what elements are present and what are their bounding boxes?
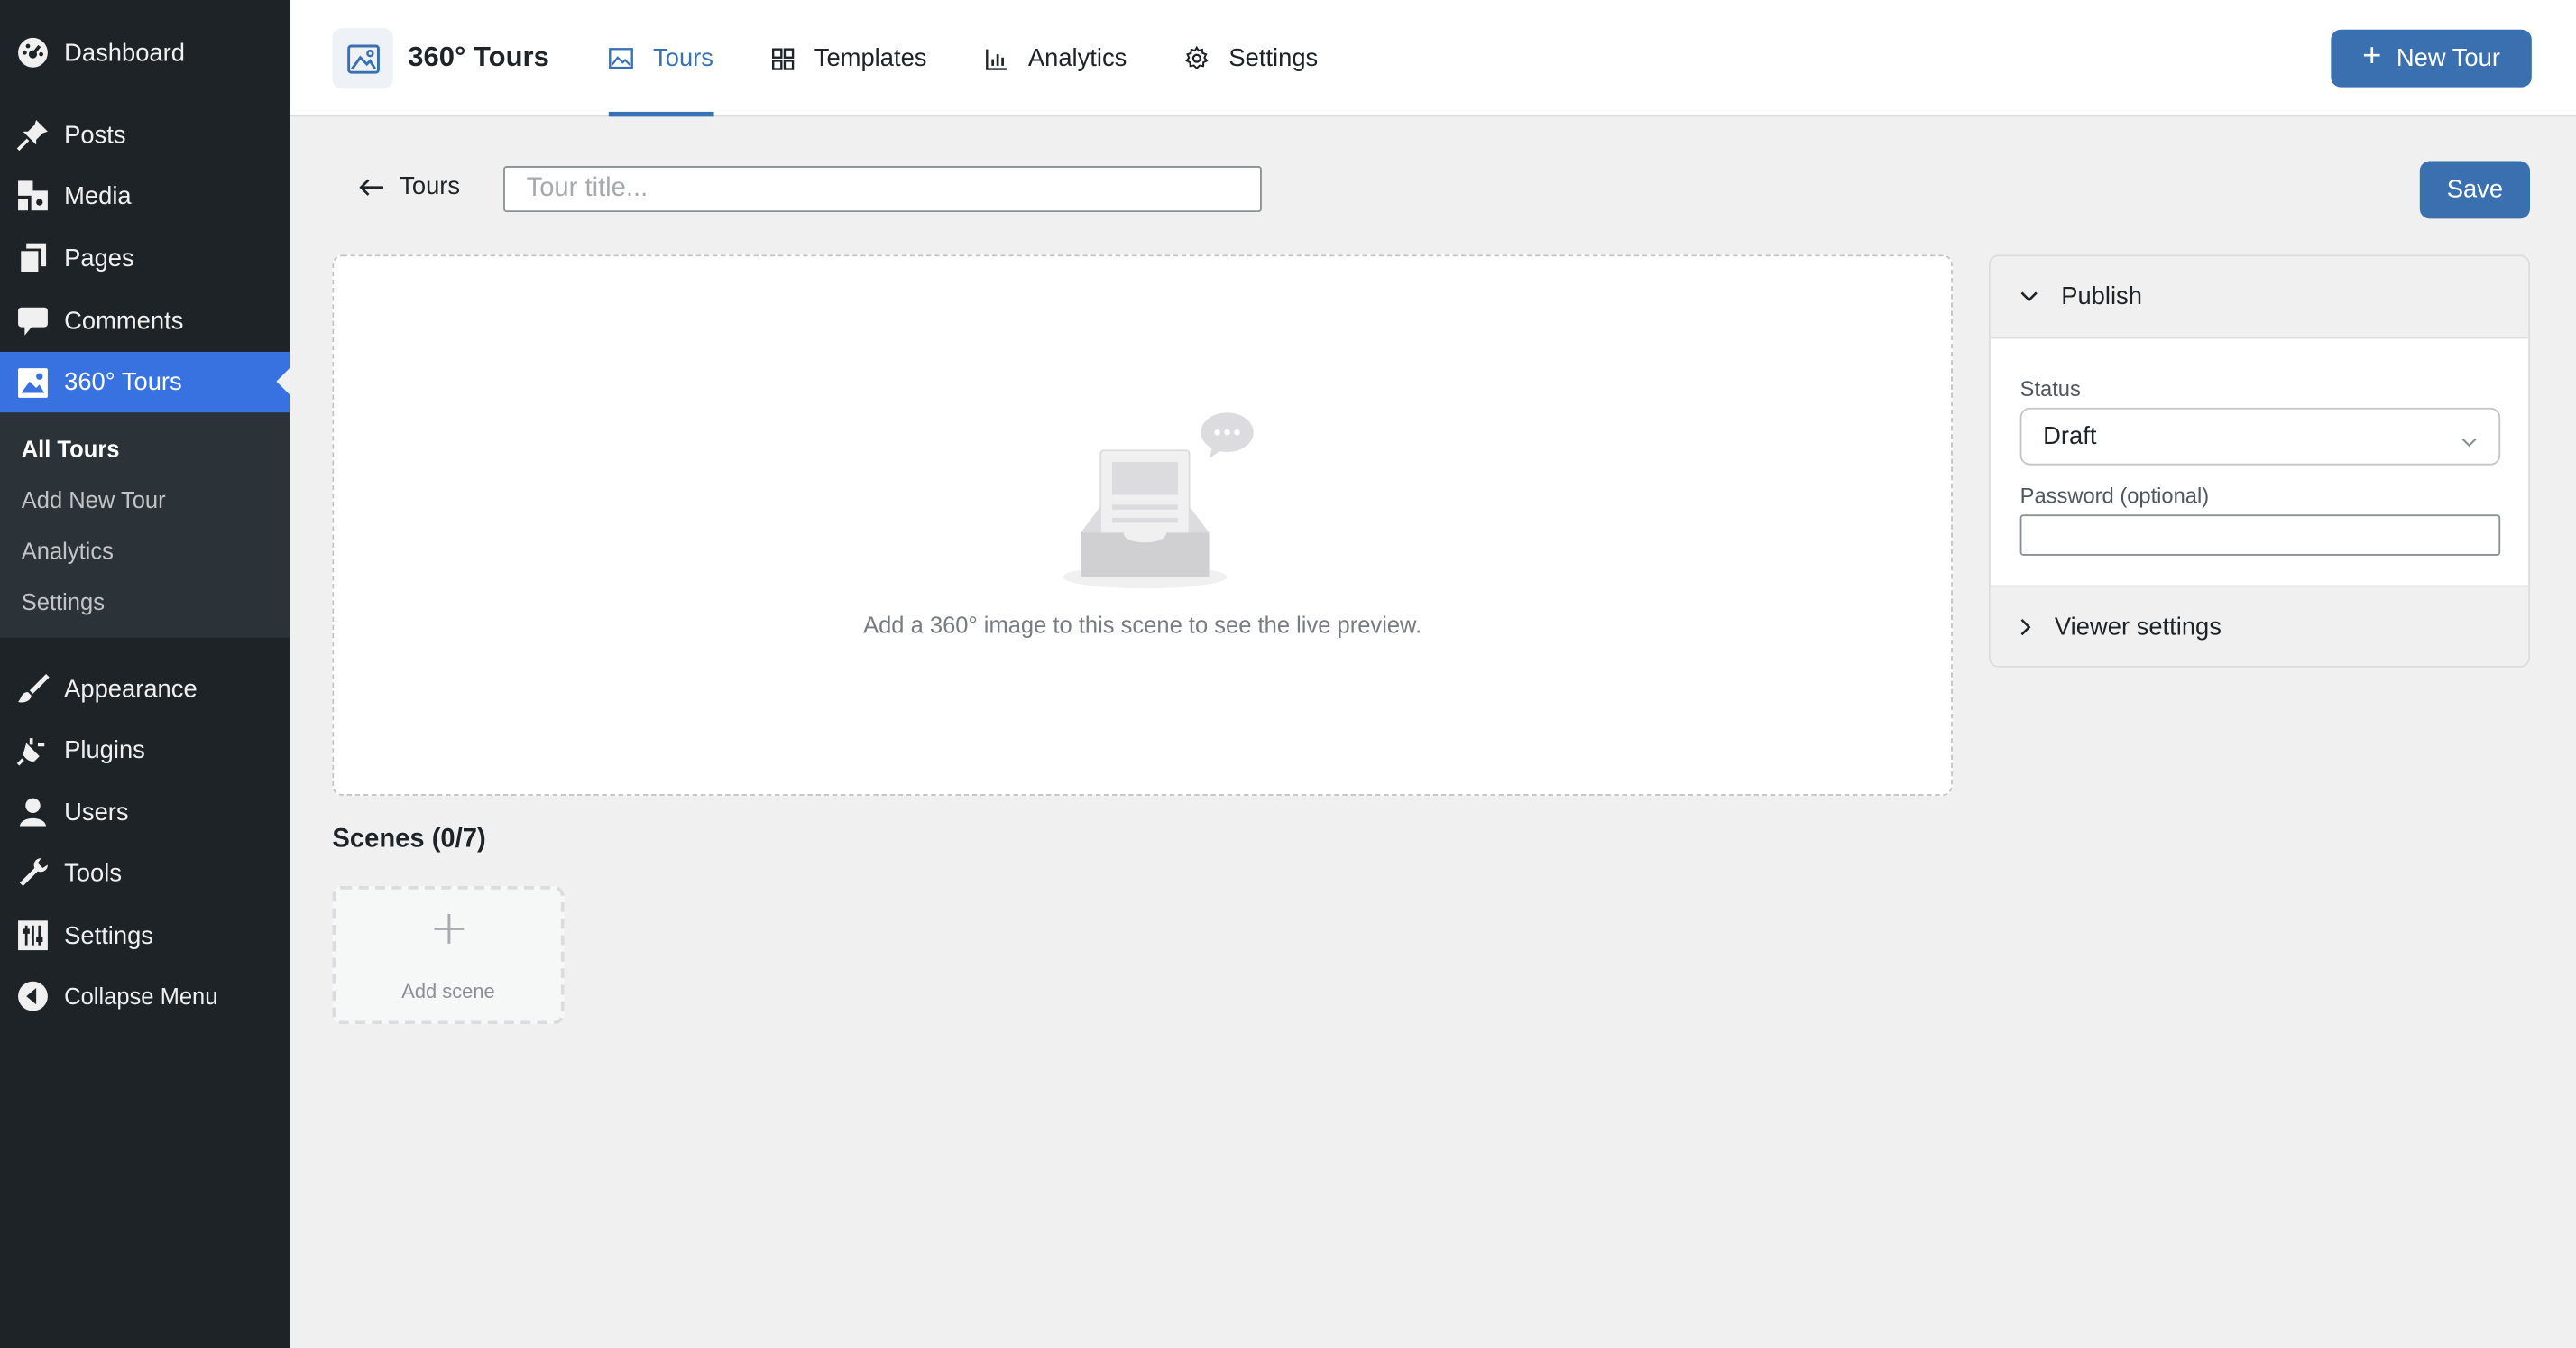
tab-label: Settings [1228, 44, 1319, 73]
submenu-add-new-tour[interactable]: Add New Tour [22, 486, 166, 512]
back-to-tours-link[interactable]: Tours [359, 172, 461, 201]
preview-empty-message: Add a 360° image to this scene to see th… [863, 611, 1422, 638]
sidebar-item-label: Collapse Menu [64, 983, 218, 1010]
sidebar-item-users[interactable]: Users [0, 782, 290, 842]
scenes-heading: Scenes (0/7) [332, 825, 486, 854]
status-select[interactable]: Draft [2019, 407, 2501, 466]
app-stage: Dashboard Posts Media Pages Comments 360… [0, 0, 2576, 1348]
add-scene-button[interactable]: Add scene [332, 886, 565, 1025]
scene-preview: Add a 360° image to this scene to see th… [332, 254, 1953, 796]
tab-templates[interactable]: Templates [771, 0, 926, 116]
collapse-icon [16, 980, 49, 1012]
collapse-menu-button[interactable]: Collapse Menu [0, 966, 290, 1026]
tour-title-input[interactable] [503, 166, 1262, 213]
chevron-down-icon [2461, 428, 2477, 456]
media-icon [16, 180, 49, 212]
chevron-right-icon [2020, 618, 2032, 636]
admin-sidebar: Dashboard Posts Media Pages Comments 360… [0, 0, 290, 1348]
pin-icon [16, 118, 49, 152]
plus-icon: + [2362, 37, 2382, 74]
sidebar-item-label: Dashboard [64, 38, 185, 67]
save-button[interactable]: Save [2419, 161, 2531, 219]
submenu-settings[interactable]: Settings [22, 588, 105, 614]
plug-icon [16, 734, 49, 766]
password-label: Password (optional) [2019, 483, 2210, 508]
tab-settings[interactable]: Settings [1184, 0, 1318, 116]
new-tour-button[interactable]: + New Tour [2331, 29, 2532, 88]
dashboard-icon [16, 36, 49, 69]
sidebar-item-media[interactable]: Media [0, 166, 290, 226]
grid-icon [771, 47, 795, 70]
gear-icon [1184, 46, 1209, 70]
viewer-settings-toggle[interactable]: Viewer settings [1990, 585, 2529, 666]
tab-label: Tours [653, 44, 713, 73]
sidebar-item-label: Plugins [64, 735, 145, 764]
tab-label: Templates [814, 44, 927, 73]
bar-chart-icon [985, 47, 1008, 70]
sidebar-item-tools[interactable]: Tools [0, 844, 290, 903]
wrench-icon [16, 856, 49, 889]
brush-icon [16, 672, 50, 705]
sidebar-item-label: Comments [64, 306, 184, 335]
publish-panel: Publish Status Draft Password (optional)… [1988, 254, 2531, 668]
tab-label: Analytics [1027, 44, 1127, 73]
sidebar-item-label: Pages [64, 244, 134, 272]
sidebar-item-label: 360° Tours [64, 368, 182, 397]
plugin-header: 360° Tours Tours Templates Analytics Set… [289, 0, 2576, 117]
sidebar-item-pages[interactable]: Pages [0, 228, 290, 288]
pages-icon [16, 242, 49, 274]
status-label: Status [2019, 376, 2081, 402]
submenu-analytics[interactable]: Analytics [22, 538, 114, 564]
empty-inbox-icon [1058, 404, 1264, 602]
sidebar-item-posts[interactable]: Posts [0, 106, 290, 165]
user-icon [16, 796, 49, 828]
submenu-all-tours[interactable]: All Tours [22, 436, 120, 462]
status-value: Draft [2043, 422, 2097, 451]
comment-icon [16, 304, 49, 337]
sidebar-item-appearance[interactable]: Appearance [0, 660, 290, 719]
back-label: Tours [400, 172, 461, 201]
brand-title: 360° Tours [408, 41, 549, 73]
tab-analytics[interactable]: Analytics [985, 0, 1127, 116]
sidebar-item-label: Users [64, 798, 129, 826]
sidebar-item-plugins[interactable]: Plugins [0, 720, 290, 780]
password-field[interactable] [2019, 514, 2501, 556]
sidebar-item-dashboard[interactable]: Dashboard [0, 23, 290, 83]
sidebar-item-label: Tools [64, 858, 123, 887]
chevron-down-icon [2020, 291, 2038, 302]
sidebar-item-label: Media [64, 181, 132, 210]
publish-label: Publish [2061, 282, 2142, 311]
sidebar-item-label: Settings [64, 921, 153, 950]
publish-section-toggle[interactable]: Publish [1990, 256, 2529, 339]
image-icon [16, 365, 49, 398]
sidebar-item-label: Appearance [64, 674, 198, 703]
add-scene-label: Add scene [401, 979, 495, 1003]
brand-image-icon [332, 27, 393, 89]
sidebar-item-comments[interactable]: Comments [0, 291, 290, 350]
sidebar-item-label: Posts [64, 120, 126, 149]
plus-icon [431, 910, 467, 955]
tab-tours[interactable]: Tours [608, 0, 713, 117]
tours-submenu: All Tours Add New Tour Analytics Setting… [0, 412, 290, 638]
image-icon [609, 48, 633, 69]
viewer-settings-label: Viewer settings [2054, 613, 2222, 642]
arrow-left-icon [359, 177, 385, 197]
settings-icon [16, 919, 49, 951]
sidebar-item-360-tours[interactable]: 360° Tours [0, 351, 290, 413]
sidebar-item-settings[interactable]: Settings [0, 906, 290, 965]
new-tour-label: New Tour [2396, 44, 2500, 73]
